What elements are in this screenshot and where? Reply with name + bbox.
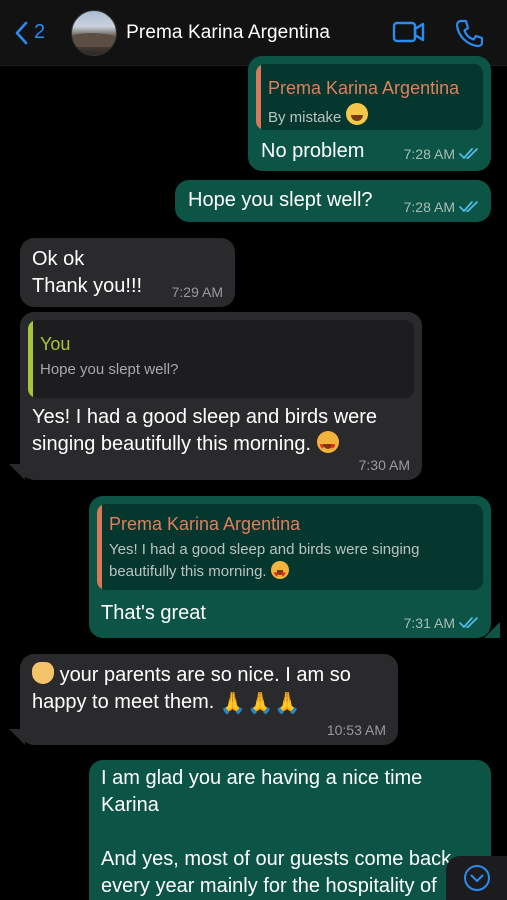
- message-text-line: every year mainly for the hospitality of: [101, 875, 437, 897]
- message-time: 7:29 AM: [171, 284, 223, 300]
- message-time: 7:30 AM: [358, 457, 410, 473]
- message-bubble-incoming[interactable]: Ok ok Thank you!!! 7:29 AM: [20, 238, 235, 307]
- avatar[interactable]: [71, 9, 118, 56]
- double-check-icon: [459, 617, 478, 629]
- heart-eyes-emoji-icon: [316, 431, 339, 460]
- message-text-line: I am glad you are having a nice time: [101, 767, 423, 789]
- bubble-tail: [9, 729, 25, 745]
- quote-author: Prema Karina Argentina: [268, 78, 460, 98]
- message-bubble-incoming[interactable]: your parents are so nice. I am so happy …: [20, 654, 398, 745]
- chevron-left-icon: [15, 21, 28, 44]
- quote-text-line: beautifully this morning.: [109, 561, 473, 585]
- message-time: 7:31 AM: [403, 615, 455, 631]
- message-text-line: Karina: [101, 794, 159, 816]
- message-meta: 7:28 AM: [404, 146, 479, 162]
- unread-count: 2: [34, 21, 46, 43]
- double-check-icon: [459, 201, 478, 213]
- bubble-tail: [484, 622, 500, 638]
- message-text-line: your parents are so nice. I am so: [32, 662, 390, 689]
- heart-eyes-emoji-icon: [270, 561, 289, 585]
- quote-text: Hope you slept well?: [40, 361, 179, 378]
- double-check-icon: [459, 148, 478, 160]
- chevron-down-circle-icon: [463, 865, 490, 891]
- message-time: 7:28 AM: [403, 199, 455, 215]
- quoted-message[interactable]: Prema Karina Argentina Yes! I had a good…: [97, 504, 483, 590]
- video-call-icon[interactable]: [392, 18, 426, 46]
- message-text: Ok ok: [32, 248, 85, 270]
- quote-author: Prema Karina Argentina: [109, 514, 301, 534]
- message-bubble-outgoing[interactable]: Prema Karina Argentina Yes! I had a good…: [89, 496, 491, 638]
- message-time: 7:28 AM: [403, 146, 455, 162]
- message-text-line: And yes, most of our guests come back: [101, 848, 452, 870]
- message-text-line: happy to meet them. 🙏🙏🙏: [32, 691, 302, 715]
- message-bubble-incoming[interactable]: You Hope you slept well? Yes! I had a go…: [20, 312, 422, 480]
- message-meta: 7:31 AM: [404, 615, 479, 631]
- laughing-emoji-icon: [345, 103, 368, 125]
- folded-hands-emoji-icon: 🙏🙏🙏: [219, 692, 302, 715]
- message-meta: 7:28 AM: [404, 199, 479, 215]
- quoted-message[interactable]: You Hope you slept well?: [28, 320, 414, 398]
- scroll-to-bottom-button[interactable]: [446, 856, 507, 900]
- quote-text-line: Yes! I had a good sleep and birds were s…: [109, 541, 420, 558]
- back-button[interactable]: 2: [14, 21, 45, 45]
- message-text-line: Yes! I had a good sleep and birds were: [32, 406, 378, 428]
- message-bubble-outgoing[interactable]: Prema Karina Argentina By mistake No pro…: [248, 56, 491, 171]
- contact-name[interactable]: Prema Karina Argentina: [126, 22, 330, 44]
- message-text-line: singing beautifully this morning.: [32, 431, 414, 460]
- bubble-tail: [9, 464, 25, 480]
- quote-text: By mistake: [268, 103, 473, 129]
- quote-text: Yes! I had a good sleep and birds were s…: [109, 539, 473, 585]
- message-bubble-outgoing[interactable]: Hope you slept well? 7:28 AM: [175, 180, 491, 222]
- quoted-message[interactable]: Prema Karina Argentina By mistake: [256, 64, 483, 130]
- ok-hand-emoji-icon: [32, 662, 54, 684]
- quote-author: You: [40, 334, 71, 354]
- phone-call-icon[interactable]: [455, 18, 483, 48]
- message-time: 10:53 AM: [326, 722, 386, 738]
- message-text: Yes! I had a good sleep and birds were s…: [28, 404, 414, 460]
- message-bubble-outgoing[interactable]: I am glad you are having a nice time Kar…: [89, 760, 491, 900]
- message-list[interactable]: Prema Karina Argentina By mistake No pro…: [0, 56, 507, 900]
